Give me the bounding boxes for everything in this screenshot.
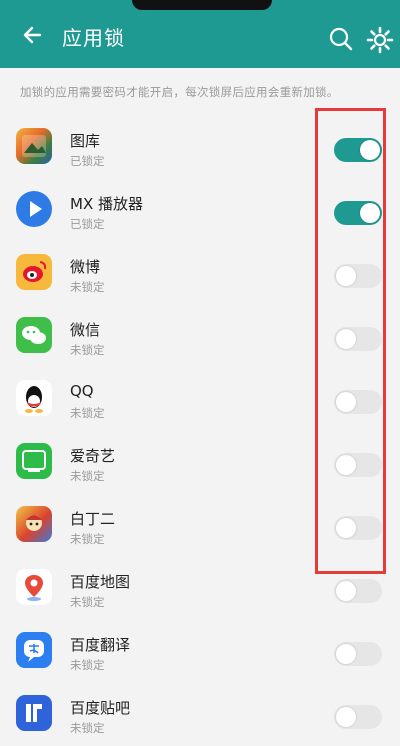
- search-icon: [329, 27, 353, 51]
- toggle-knob: [336, 329, 356, 349]
- page-title: 应用锁: [62, 26, 125, 50]
- lock-status: 未锁定: [70, 280, 105, 294]
- lock-status: 未锁定: [70, 658, 105, 672]
- lock-toggle[interactable]: [334, 642, 382, 666]
- lock-toggle[interactable]: [334, 453, 382, 477]
- list-item[interactable]: 微信 未锁定: [0, 305, 400, 368]
- lock-status: 未锁定: [70, 469, 105, 483]
- app-name: 微博: [70, 258, 101, 276]
- list-item[interactable]: QQ 未锁定: [0, 368, 400, 431]
- lock-status: 未锁定: [70, 532, 105, 546]
- lock-toggle[interactable]: [334, 327, 382, 351]
- wechat-icon: [16, 317, 52, 353]
- lock-status: 未锁定: [70, 595, 105, 609]
- list-item[interactable]: 百度翻译 未锁定: [0, 620, 400, 683]
- app-name: MX 播放器: [70, 195, 143, 213]
- back-button[interactable]: [18, 20, 48, 50]
- lock-toggle[interactable]: [334, 579, 382, 603]
- search-button[interactable]: [328, 26, 354, 52]
- app-name: 微信: [70, 321, 101, 339]
- app-name: 白丁二: [70, 510, 116, 528]
- toggle-knob: [336, 455, 356, 475]
- lock-hint: 加锁的应用需要密码才能开启，每次锁屏后应用会重新加锁。: [20, 85, 339, 99]
- list-item[interactable]: 百度贴吧 未锁定: [0, 683, 400, 746]
- iqiyi-icon: [16, 443, 52, 479]
- game-icon: [16, 506, 52, 542]
- tieba-icon: [16, 695, 52, 731]
- list-item[interactable]: 图库 已锁定: [0, 116, 400, 179]
- app-name: 百度贴吧: [70, 699, 131, 717]
- settings-button[interactable]: [366, 26, 394, 54]
- app-name: 百度地图: [70, 573, 131, 591]
- list-item[interactable]: 白丁二 未锁定: [0, 494, 400, 557]
- lock-status: 未锁定: [70, 343, 105, 357]
- toggle-knob: [336, 266, 356, 286]
- list-item[interactable]: MX 播放器 已锁定: [0, 179, 400, 242]
- list-item[interactable]: 百度地图 未锁定: [0, 557, 400, 620]
- lock-status: 已锁定: [70, 154, 105, 168]
- app-name: 百度翻译: [70, 636, 131, 654]
- lock-toggle[interactable]: [334, 705, 382, 729]
- arrow-left-icon: [23, 26, 42, 44]
- lock-toggle[interactable]: [334, 264, 382, 288]
- list-item[interactable]: 微博 未锁定: [0, 242, 400, 305]
- lock-toggle[interactable]: [334, 201, 382, 225]
- list-item[interactable]: 爱奇艺 未锁定: [0, 431, 400, 494]
- map-icon: [16, 569, 52, 605]
- toggle-knob: [336, 707, 356, 727]
- translate-icon: [16, 632, 52, 668]
- gear-icon: [366, 26, 394, 54]
- toggle-knob: [360, 203, 380, 223]
- weibo-icon: [16, 254, 52, 290]
- toggle-knob: [336, 644, 356, 664]
- lock-status: 未锁定: [70, 721, 105, 735]
- camera-notch: [132, 0, 272, 10]
- gallery-icon: [16, 128, 52, 164]
- toggle-knob: [360, 140, 380, 160]
- app-name: QQ: [70, 382, 94, 400]
- lock-toggle[interactable]: [334, 390, 382, 414]
- play-icon: [16, 191, 52, 227]
- app-header: 应用锁: [0, 0, 400, 68]
- lock-toggle[interactable]: [334, 138, 382, 162]
- toggle-knob: [336, 581, 356, 601]
- qq-icon: [16, 380, 52, 416]
- lock-status: 已锁定: [70, 217, 105, 231]
- toggle-knob: [336, 518, 356, 538]
- lock-status: 未锁定: [70, 406, 105, 420]
- toggle-knob: [336, 392, 356, 412]
- lock-toggle[interactable]: [334, 516, 382, 540]
- app-name: 爱奇艺: [70, 447, 116, 465]
- app-list: 图库 已锁定 MX 播放器 已锁定 微博 未锁定 微信 未锁定 QQ 未锁定 爱…: [0, 116, 400, 746]
- app-name: 图库: [70, 132, 101, 150]
